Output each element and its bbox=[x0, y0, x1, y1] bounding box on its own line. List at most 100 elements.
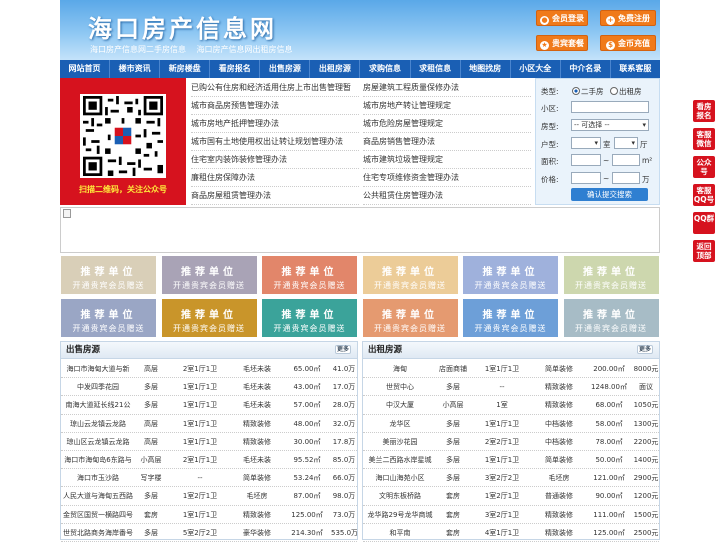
nav-item[interactable]: 楼市资讯 bbox=[110, 60, 161, 78]
policy-link[interactable]: 商品房销售管理办法 bbox=[363, 133, 531, 151]
rent-more-button[interactable]: 更多 bbox=[637, 345, 653, 354]
policy-link[interactable]: 公共租赁住房管理办法 bbox=[363, 187, 531, 205]
listing-cell: 人民大道与海甸五西路 bbox=[63, 492, 133, 501]
recommended-unit-ad[interactable]: 推荐单位 开通贵宾会员赠送 bbox=[462, 255, 559, 295]
subtitle-sale-link[interactable]: 海口房产信息网二手房信息 bbox=[90, 45, 186, 54]
recommended-unit-ad[interactable]: 推荐单位 开通贵宾会员赠送 bbox=[261, 255, 358, 295]
recommended-unit-ad[interactable]: 推荐单位 开通贵宾会员赠送 bbox=[60, 298, 157, 338]
type-radio-sale[interactable]: 二手房 bbox=[572, 86, 604, 97]
policy-link[interactable]: 城市房地产抵押管理办法 bbox=[191, 115, 359, 133]
type-radio-rent[interactable]: 出租房 bbox=[610, 86, 642, 97]
member-login-button[interactable]: ● 会员登录 bbox=[536, 10, 588, 26]
listing-row[interactable]: 中汉大厦 小高层 1室 精致装修 68.00㎡ 1050元 bbox=[363, 396, 659, 415]
listing-cell: 多层 bbox=[144, 401, 158, 410]
nav-item[interactable]: 出租房源 bbox=[310, 60, 361, 78]
listing-row[interactable]: 文明东板桥路 套房 1室2厅1卫 普通装修 90.00㎡ 1200元 bbox=[363, 487, 659, 506]
nav-item[interactable]: 小区大全 bbox=[511, 60, 561, 78]
ad-title: 推荐单位 bbox=[281, 267, 338, 278]
listing-row[interactable]: 海甸 店面商铺 1室1厅1卫 简单装修 200.00㎡ 8000元 bbox=[363, 360, 659, 379]
room-type-select[interactable]: -- 可选择 -- ▾ bbox=[571, 119, 649, 131]
policy-link[interactable]: 城市房地产转让管理规定 bbox=[363, 97, 531, 115]
policy-link[interactable]: 商品房屋租赁管理办法 bbox=[191, 187, 359, 205]
recommended-unit-ad[interactable]: 推荐单位 开通贵宾会员赠送 bbox=[160, 255, 258, 295]
policy-link[interactable]: 廉租住房保障办法 bbox=[191, 169, 359, 187]
listing-row[interactable]: 南海大道延长线21公 多层 1室1厅1卫 毛坯未装 57.00㎡ 28.0万 bbox=[61, 396, 357, 415]
type-label: 类型: bbox=[541, 87, 559, 96]
radio-checked-icon bbox=[572, 87, 580, 95]
listing-row[interactable]: 人民大道与海甸五西路 多层 1室2厅1卫 毛坯房 87.00㎡ 98.0万 bbox=[61, 487, 357, 506]
listing-row[interactable]: 世贸中心 多层 -- 精致装修 1248.00㎡ 面议 bbox=[363, 378, 659, 397]
float-button[interactable]: 客服微信 bbox=[693, 128, 715, 150]
listing-cell: -- bbox=[197, 474, 203, 483]
listing-cell: 简单装修 bbox=[243, 474, 271, 483]
listing-row[interactable]: 海口市海甸大道与新 高层 2室1厅1卫 毛坯未装 65.00㎡ 41.0万 bbox=[61, 360, 357, 379]
listing-cell: 2室1厅1卫 bbox=[182, 456, 218, 464]
recommended-unit-ad[interactable]: 推荐单位 开通贵宾会员赠送 bbox=[160, 298, 258, 338]
banner-ad[interactable] bbox=[60, 207, 660, 253]
listing-row[interactable]: 琼山区云龙镇云龙路 高层 1室1厅1卫 精致装修 30.00㎡ 17.8万 bbox=[61, 433, 357, 451]
listing-row[interactable]: 海口市玉沙路 写字楼 -- 简单装修 53.24㎡ 66.0万 bbox=[61, 469, 357, 488]
nav-item[interactable]: 地图找房 bbox=[461, 60, 511, 78]
listing-row[interactable]: 海口山海苑小区 多层 3室2厅2卫 毛坯房 121.00㎡ 2900元 bbox=[363, 469, 659, 488]
nav-item[interactable]: 看房报名 bbox=[210, 60, 261, 78]
site-title[interactable]: 海口房产信息网 bbox=[88, 9, 277, 44]
policy-link[interactable]: 城市商品房预售管理办法 bbox=[191, 97, 359, 115]
recommended-unit-ad[interactable]: 推荐单位 开通贵宾会员赠送 bbox=[261, 298, 358, 338]
listing-row[interactable]: 和平南 套房 4室1厅1卫 精致装修 125.00㎡ 2500元 bbox=[363, 524, 659, 542]
community-input[interactable] bbox=[571, 101, 649, 113]
listing-cell: 3室2厅2卫 bbox=[484, 474, 520, 483]
free-register-button[interactable]: + 免费注册 bbox=[600, 10, 656, 26]
listing-cell: 4室1厅1卫 bbox=[484, 528, 520, 537]
listing-row[interactable]: 中发四季花园 多层 1室1厅1卫 毛坯未装 43.00㎡ 17.0万 bbox=[61, 378, 357, 397]
nav-item[interactable]: 网站首页 bbox=[60, 60, 111, 78]
price-min-input[interactable] bbox=[571, 172, 601, 184]
listing-row[interactable]: 龙华区 多层 1室1厅1卫 中档装修 58.00㎡ 1300元 bbox=[363, 415, 659, 433]
nav-item[interactable]: 联系客服 bbox=[611, 60, 660, 78]
area-min-input[interactable] bbox=[571, 154, 601, 166]
nav-item[interactable]: 求购信息 bbox=[360, 60, 411, 78]
listing-row[interactable]: 美兰二西路水岸星城 多层 1室1厅1卫 简单装修 50.00㎡ 1400元 bbox=[363, 451, 659, 470]
ad-title: 推荐单位 bbox=[482, 310, 539, 321]
listing-row[interactable]: 海口市海甸岛6东路与 小高层 2室1厅1卫 毛坯未装 95.52㎡ 85.0万 bbox=[61, 451, 357, 470]
room-count-select[interactable]: ▾ bbox=[571, 137, 601, 149]
subtitle-rent-link[interactable]: 海口房产信息网出租房信息 bbox=[197, 45, 293, 54]
policy-link[interactable]: 住宅专项维修资金管理办法 bbox=[363, 169, 531, 187]
policy-link[interactable]: 已购公有住房和经济适用住房上市出售管理暂 bbox=[191, 79, 359, 97]
listing-row[interactable]: 美丽沙花园 多层 2室2厅1卫 中档装修 78.00㎡ 2200元 bbox=[363, 433, 659, 451]
float-button[interactable]: 返回顶部 bbox=[693, 240, 715, 262]
policy-link[interactable]: 住宅室内装饰装修管理办法 bbox=[191, 151, 359, 169]
recommended-unit-ad[interactable]: 推荐单位 开通贵宾会员赠送 bbox=[361, 255, 459, 295]
policy-link[interactable]: 房屋建筑工程质量保修办法 bbox=[363, 79, 531, 97]
hall-count-select[interactable]: ▾ bbox=[614, 137, 638, 149]
policy-link[interactable]: 城市建筑垃圾管理规定 bbox=[363, 151, 531, 169]
nav-item[interactable]: 求租信息 bbox=[411, 60, 461, 78]
recommended-unit-ad[interactable]: 推荐单位 开通贵宾会员赠送 bbox=[462, 298, 559, 338]
coin-recharge-button[interactable]: $ 金币充值 bbox=[600, 35, 656, 51]
listing-row[interactable]: 琼山云龙镇云龙路 高层 1室1厅1卫 精致装修 48.00㎡ 32.0万 bbox=[61, 415, 357, 433]
float-button[interactable]: QQ群 bbox=[693, 212, 715, 234]
vip-package-button[interactable]: ★ 贵宾套餐 bbox=[536, 35, 588, 51]
price-max-input[interactable] bbox=[612, 172, 640, 184]
nav-item[interactable]: 中介名录 bbox=[561, 60, 611, 78]
vip-icon: ★ bbox=[540, 41, 549, 50]
policy-link[interactable]: 城市危险房屋管理规定 bbox=[363, 115, 531, 133]
area-max-input[interactable] bbox=[612, 154, 640, 166]
nav-item[interactable]: 出售房源 bbox=[260, 60, 311, 78]
listing-row[interactable]: 龙华路29号龙华商城 套房 3室2厅1卫 精致装修 111.00㎡ 1500元 bbox=[363, 506, 659, 524]
recommended-unit-ad[interactable]: 推荐单位 开通贵宾会员赠送 bbox=[562, 255, 660, 295]
recommended-unit-ad[interactable]: 推荐单位 开通贵宾会员赠送 bbox=[562, 298, 660, 338]
user-icon: ● bbox=[540, 16, 549, 25]
recommended-unit-ad[interactable]: 推荐单位 开通贵宾会员赠送 bbox=[60, 255, 157, 295]
listing-cell: 精致装修 bbox=[243, 510, 271, 519]
sale-more-button[interactable]: 更多 bbox=[335, 345, 351, 354]
listing-row[interactable]: 金贸区国贸一横路四号 套房 1室1厅1卫 精致装修 125.00㎡ 73.0万 bbox=[61, 506, 357, 524]
listing-row[interactable]: 世贸北路商务海岸番号 多层 5室2厅2卫 豪华装修 214.30㎡ 535.0万 bbox=[61, 524, 357, 542]
nav-item[interactable]: 新房楼盘 bbox=[160, 60, 211, 78]
listing-cell: 30.00㎡ bbox=[293, 437, 321, 446]
float-button[interactable]: 客服QQ号 bbox=[693, 184, 715, 206]
float-button[interactable]: 看房报名 bbox=[693, 100, 715, 122]
policy-link[interactable]: 城市国有土地使用权出让转让规划管理办法 bbox=[191, 133, 359, 151]
search-submit-button[interactable]: 确认提交搜索 bbox=[571, 188, 648, 201]
float-button[interactable]: 公众号 bbox=[693, 156, 715, 178]
recommended-unit-ad[interactable]: 推荐单位 开通贵宾会员赠送 bbox=[361, 298, 459, 338]
